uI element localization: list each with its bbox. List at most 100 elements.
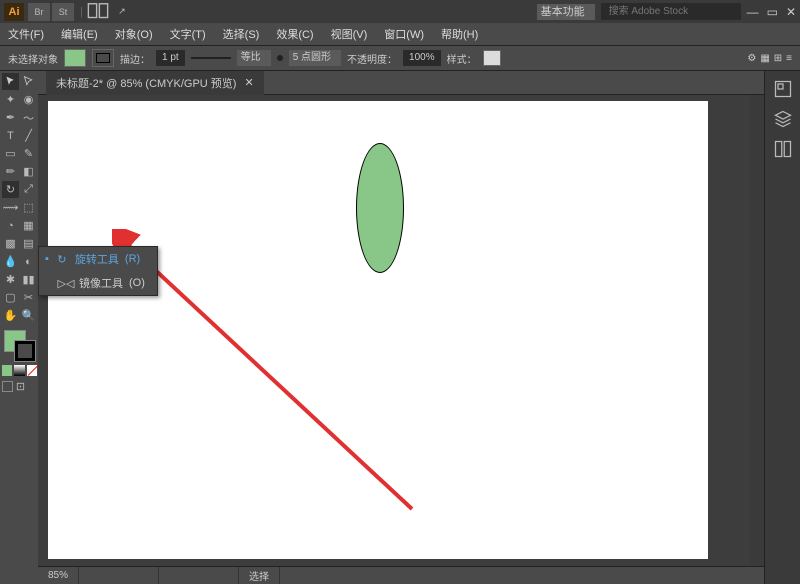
stroke-weight-input[interactable]: 1 pt	[156, 50, 185, 66]
app-header: Ai Br St | ↗ 基本功能 搜索 Adobe Stock —▭✕	[0, 0, 800, 23]
right-panel	[764, 71, 800, 584]
status-spacer2	[159, 567, 239, 584]
bridge-icon[interactable]: Br	[28, 3, 50, 21]
blend-tool[interactable]: ◐	[20, 253, 37, 270]
color-mode-solid[interactable]	[2, 365, 12, 376]
tool-icon[interactable]: ↗	[111, 3, 133, 21]
vertical-scrollbar[interactable]	[750, 95, 764, 566]
control-bar: 未选择对象 描边： 1 pt 等比 5 点圆形 不透明度： 100% 样式： ⚙…	[0, 45, 800, 71]
slice-tool[interactable]: ✂	[20, 289, 37, 306]
symbol-sprayer-tool[interactable]: ✱	[2, 271, 19, 288]
stroke-swatch[interactable]	[92, 49, 114, 67]
toolbox: ✦ ◉ ✒ 〜 T ╱ ▭ ✎ ✏ ◧ ↻ ⤢ ⟿ ⬚ ◔ ▦ ▩ ▤ 💧 ◐ …	[0, 71, 38, 584]
reflect-icon: ▷◁	[59, 276, 73, 290]
magic-wand-tool[interactable]: ✦	[2, 91, 19, 108]
menu-view[interactable]: 视图(V)	[331, 26, 368, 42]
properties-panel-icon[interactable]	[773, 79, 793, 99]
status-spacer1	[79, 567, 159, 584]
stroke-label: 描边：	[120, 51, 150, 66]
zoom-tool[interactable]: 🔍	[20, 307, 37, 324]
color-mode-gradient[interactable]	[14, 365, 24, 376]
artboard-tool[interactable]: ▢	[2, 289, 19, 306]
tab-title: 未标题-2* @ 85% (CMYK/GPU 预览)	[56, 75, 236, 91]
pen-tool[interactable]: ✒	[2, 109, 19, 126]
perspective-tool[interactable]: ▦	[20, 217, 37, 234]
tool-status: 选择	[239, 567, 280, 584]
lasso-tool[interactable]: ◉	[20, 91, 37, 108]
marker-icon: ▪	[45, 253, 49, 265]
menu-effect[interactable]: 效果(C)	[276, 26, 313, 42]
screen-mode-normal[interactable]	[2, 381, 13, 392]
workspace-menu[interactable]: 基本功能	[537, 4, 595, 20]
opacity-input[interactable]: 100%	[403, 50, 441, 66]
menu-edit[interactable]: 编辑(E)	[61, 26, 98, 42]
annotation-arrow	[112, 229, 422, 519]
change-screen-mode[interactable]: ⊡	[15, 381, 26, 392]
flyout-reflect-tool[interactable]: ▷◁ 镜像工具 (O)	[39, 271, 157, 295]
eyedropper-tool[interactable]: 💧	[2, 253, 19, 270]
window-controls[interactable]: —▭✕	[747, 5, 796, 19]
hand-tool[interactable]: ✋	[2, 307, 19, 324]
width-tool[interactable]: ⟿	[2, 199, 19, 216]
menu-window[interactable]: 窗口(W)	[384, 26, 424, 42]
flyout-reflect-key: (O)	[129, 277, 145, 289]
flyout-rotate-tool[interactable]: ▪ ↻ 旋转工具 (R)	[39, 247, 157, 271]
shape-builder-tool[interactable]: ◔	[2, 217, 19, 234]
minimize-icon: —	[747, 5, 759, 19]
line-tool[interactable]: ╱	[20, 127, 37, 144]
opacity-label: 不透明度：	[347, 51, 397, 66]
scale-tool[interactable]: ⤢	[20, 181, 37, 198]
status-bar: 85% 选择	[38, 566, 764, 584]
prefs-icon[interactable]: ⚙	[747, 53, 756, 64]
align-icon[interactable]: ▦	[760, 53, 769, 64]
menu-object[interactable]: 对象(O)	[115, 26, 153, 42]
fill-stroke-block[interactable]	[2, 328, 37, 362]
ellipse-shape[interactable]	[356, 143, 404, 273]
stock-icon[interactable]: St	[52, 3, 74, 21]
libraries-panel-icon[interactable]	[773, 139, 793, 159]
column-graph-tool[interactable]: ▮▮	[20, 271, 37, 288]
menu-type[interactable]: 文字(T)	[170, 26, 206, 42]
selection-tool[interactable]	[2, 73, 19, 90]
transform-icon[interactable]: ⊞	[774, 53, 782, 64]
close-icon: ✕	[786, 5, 796, 19]
rotate-icon: ↻	[55, 252, 69, 266]
dot-icon	[277, 55, 283, 61]
rotate-tool[interactable]: ↻	[2, 181, 19, 198]
brush-menu[interactable]: 5 点圆形	[289, 50, 341, 66]
stroke-color[interactable]	[14, 340, 36, 362]
arrange-icon[interactable]	[87, 3, 109, 21]
color-mode-row	[2, 363, 37, 378]
direct-selection-tool[interactable]	[20, 73, 37, 90]
selection-status: 未选择对象	[8, 51, 58, 66]
rectangle-tool[interactable]: ▭	[2, 145, 19, 162]
menu-file[interactable]: 文件(F)	[8, 26, 44, 42]
style-swatch[interactable]	[483, 50, 501, 66]
mesh-tool[interactable]: ▩	[2, 235, 19, 252]
flyout-reflect-label: 镜像工具	[79, 275, 123, 291]
free-transform-tool[interactable]: ⬚	[20, 199, 37, 216]
menu-select[interactable]: 选择(S)	[223, 26, 260, 42]
artboard[interactable]	[48, 101, 708, 559]
color-mode-none[interactable]	[27, 365, 37, 376]
zoom-level[interactable]: 85%	[38, 567, 79, 584]
width-profile[interactable]: 等比	[237, 50, 271, 66]
layers-panel-icon[interactable]	[773, 109, 793, 129]
pencil-tool[interactable]: ✏	[2, 163, 19, 180]
menu-help[interactable]: 帮助(H)	[441, 26, 478, 42]
paintbrush-tool[interactable]: ✎	[20, 145, 37, 162]
screen-mode-row: ⊡	[2, 379, 37, 394]
gradient-tool[interactable]: ▤	[20, 235, 37, 252]
type-tool[interactable]: T	[2, 127, 19, 144]
rotate-tool-flyout: ▪ ↻ 旋转工具 (R) ▷◁ 镜像工具 (O)	[38, 246, 158, 296]
curvature-tool[interactable]: 〜	[20, 109, 37, 126]
document-tab[interactable]: 未标题-2* @ 85% (CMYK/GPU 预览) ✕	[46, 71, 264, 95]
tab-bar: 未标题-2* @ 85% (CMYK/GPU 预览) ✕	[38, 71, 764, 95]
fill-swatch[interactable]	[64, 49, 86, 67]
eraser-tool[interactable]: ◧	[20, 163, 37, 180]
flyout-rotate-key: (R)	[125, 253, 140, 265]
tab-close-icon[interactable]: ✕	[244, 76, 253, 89]
search-input[interactable]: 搜索 Adobe Stock	[601, 3, 741, 20]
more-icon[interactable]: ≡	[786, 53, 792, 64]
menubar: 文件(F) 编辑(E) 对象(O) 文字(T) 选择(S) 效果(C) 视图(V…	[0, 23, 800, 45]
